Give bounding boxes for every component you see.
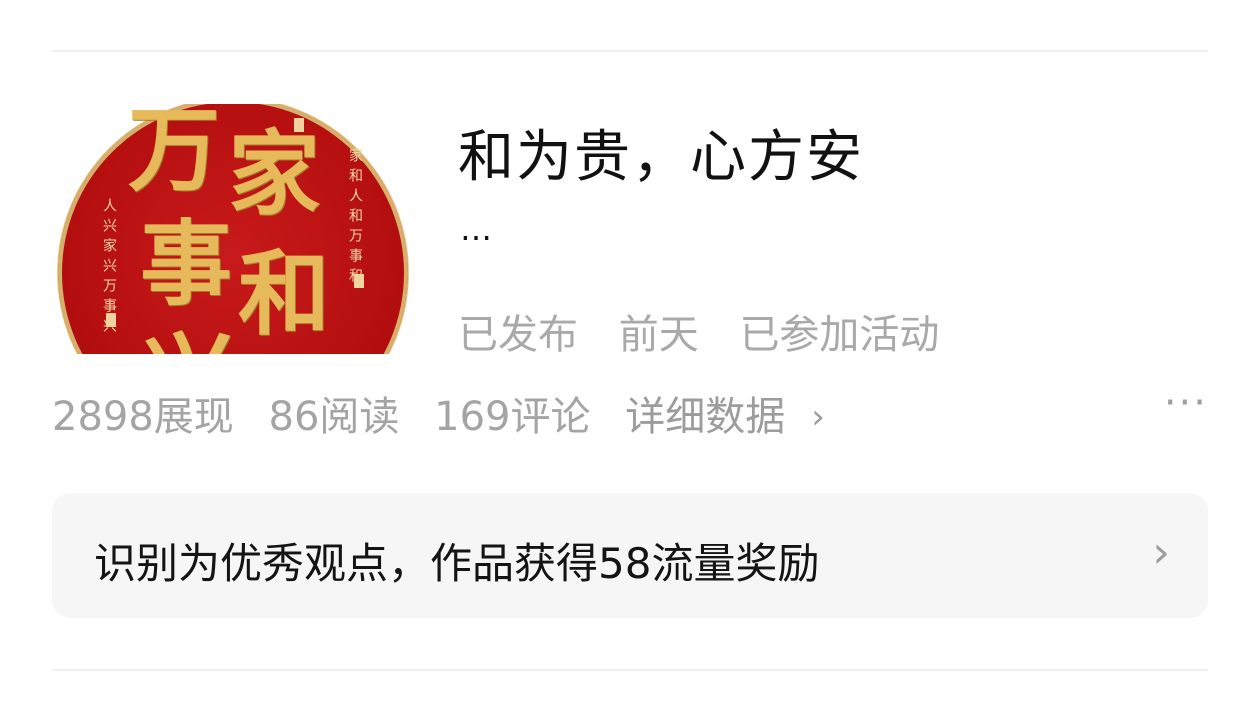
calligraphy-char-jia: 家 — [228, 120, 321, 228]
top-divider — [52, 50, 1208, 52]
chevron-right-icon: › — [1152, 527, 1170, 578]
calligraphy-char-shi: 事 — [140, 210, 233, 318]
comments-count: 169评论 — [434, 394, 591, 440]
calligraphy-inscription-right: 家和人和万事和 — [347, 148, 363, 288]
publish-status: 已发布 — [458, 312, 578, 358]
detail-data-label: 详细数据 — [625, 394, 786, 440]
article-title[interactable]: 和为贵，心方安 — [458, 112, 864, 193]
reads-count: 86阅读 — [268, 394, 400, 440]
article-thumbnail[interactable]: 家 和 万 事 兴 家和人和万事和 人兴家兴万事兴 — [52, 104, 416, 354]
publish-time: 前天 — [618, 312, 699, 358]
calligraphy-disc: 家 和 万 事 兴 家和人和万事和 人兴家兴万事兴 — [58, 104, 408, 354]
seal-stamp — [106, 313, 116, 327]
detail-data-link[interactable]: 详细数据 › — [625, 394, 847, 440]
stats-row: 2898展现 86阅读 169评论 详细数据 › — [52, 384, 869, 442]
more-options-icon[interactable]: ··· — [1164, 380, 1208, 426]
bottom-divider — [52, 669, 1208, 671]
reward-banner[interactable]: 识别为优秀观点，作品获得58流量奖励 › — [52, 493, 1208, 618]
seal-stamp — [354, 274, 364, 288]
activity-status: 已参加活动 — [739, 312, 940, 358]
article-meta: 已发布 前天 已参加活动 — [458, 302, 967, 360]
calligraphy-char-he: 和 — [238, 240, 331, 348]
chevron-right-icon: › — [811, 397, 825, 437]
calligraphy-char-xing: 兴 — [142, 330, 234, 354]
views-count: 2898展现 — [52, 394, 234, 440]
seal-stamp — [294, 118, 304, 132]
reward-banner-text: 识别为优秀观点，作品获得58流量奖励 — [94, 539, 820, 588]
title-ellipsis: … — [460, 210, 496, 248]
calligraphy-char-wan: 万 — [128, 104, 221, 204]
